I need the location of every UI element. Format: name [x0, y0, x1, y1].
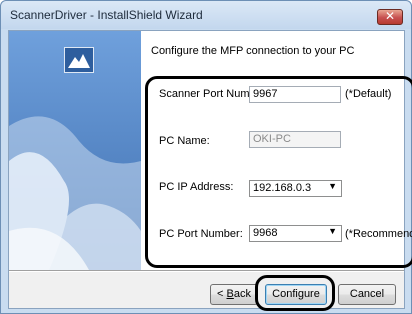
pc-port-label: PC Port Number:	[159, 228, 243, 240]
chevron-down-icon: ▼	[328, 226, 337, 236]
back-button-prefix: <	[217, 288, 227, 300]
configure-highlight-ring	[255, 275, 335, 311]
window-title: ScannerDriver - InstallShield Wizard	[10, 8, 203, 22]
pc-port-dropdown[interactable]: 9968 ▼	[249, 225, 342, 242]
close-button[interactable]: ✕	[377, 9, 403, 25]
back-button-mnemonic: B	[226, 288, 234, 300]
pc-port-hint: (*Recommended)	[345, 228, 412, 240]
pc-ip-label: PC IP Address:	[159, 181, 234, 193]
pc-ip-value: 192.168.0.3	[253, 182, 312, 194]
pc-name-input: OKI-PC	[249, 131, 341, 148]
scanner-port-hint: (*Default)	[345, 88, 392, 100]
button-separator	[9, 270, 404, 272]
title-bar[interactable]: ScannerDriver - InstallShield Wizard ✕	[1, 1, 411, 29]
back-button[interactable]: < Back	[210, 284, 258, 305]
back-button-label: ack	[233, 288, 251, 300]
wizard-window: ScannerDriver - InstallShield Wizard ✕ C…	[0, 0, 412, 314]
page-heading: Configure the MFP connection to your PC	[151, 45, 355, 57]
pc-ip-dropdown[interactable]: 192.168.0.3 ▼	[249, 180, 342, 197]
side-banner-image	[9, 31, 141, 270]
wizard-client-area: Configure the MFP connection to your PC …	[8, 30, 412, 309]
chevron-down-icon: ▼	[328, 181, 337, 191]
pc-port-value: 9968	[253, 227, 278, 239]
cancel-button[interactable]: Cancel	[338, 284, 396, 305]
installer-logo-icon	[64, 47, 94, 73]
close-icon: ✕	[384, 9, 396, 23]
pc-name-label: PC Name:	[159, 135, 210, 147]
wizard-content-panel: Configure the MFP connection to your PC …	[141, 31, 412, 270]
scanner-port-input[interactable]: 9967	[249, 86, 341, 103]
